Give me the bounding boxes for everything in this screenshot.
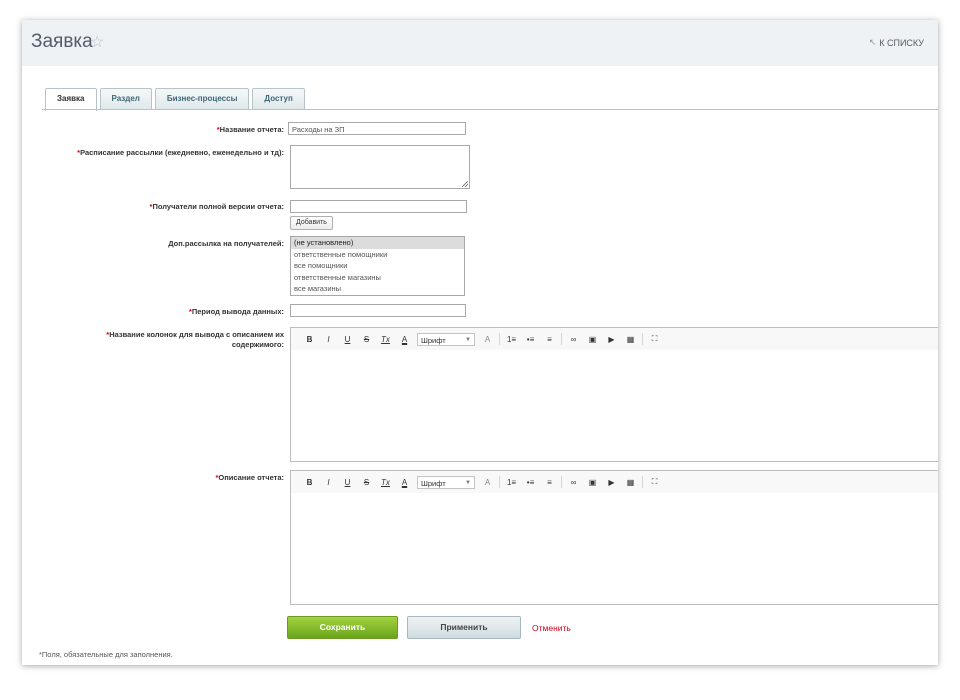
- listbox-option[interactable]: ответственные магазины: [291, 272, 464, 284]
- add-recipient-button[interactable]: Добавить: [290, 216, 333, 230]
- strikethrough-icon[interactable]: S: [357, 474, 376, 490]
- bullet-list-icon[interactable]: •≡: [521, 474, 540, 490]
- toolbar-separator: [561, 476, 562, 488]
- description-rich-editor[interactable]: B I U S Tx A Шрифт ▼ A 1≡ •≡ ≡ ∞ ▣ ▶ ▦ ⛶: [290, 470, 938, 605]
- recipients-label: *Получатели полной версии отчета:: [150, 202, 284, 212]
- listbox-option[interactable]: все магазины: [291, 283, 464, 295]
- arrow-up-left-icon: ↖: [868, 37, 877, 47]
- font-color-icon[interactable]: A: [395, 474, 414, 490]
- tab-section[interactable]: Раздел: [99, 88, 152, 109]
- cancel-link[interactable]: Отменить: [532, 623, 571, 633]
- tabs-divider: [42, 109, 938, 110]
- schedule-textarea[interactable]: [290, 145, 470, 189]
- video-icon[interactable]: ▶: [602, 331, 621, 347]
- font-size-icon[interactable]: A: [478, 331, 497, 347]
- listbox-option[interactable]: ответственные помощники: [291, 249, 464, 261]
- table-icon[interactable]: ▦: [621, 474, 640, 490]
- columns-label-text: Название колонок для вывода с описанием …: [109, 330, 284, 349]
- fullscreen-icon[interactable]: ⛶: [645, 331, 664, 347]
- page-header: Заявка ☆ ↖ к списку: [22, 20, 938, 66]
- font-family-select[interactable]: Шрифт ▼: [417, 332, 475, 346]
- strikethrough-icon[interactable]: S: [357, 331, 376, 347]
- report-name-label-text: Название отчета:: [219, 125, 284, 134]
- font-family-select[interactable]: Шрифт ▼: [417, 475, 475, 489]
- schedule-label: *Расписание рассылки (ежедневно, еженеде…: [77, 148, 284, 158]
- ordered-list-icon[interactable]: 1≡: [502, 474, 521, 490]
- underline-icon[interactable]: U: [338, 474, 357, 490]
- period-input[interactable]: [290, 304, 466, 317]
- extra-mailing-listbox[interactable]: (не установлено) ответственные помощники…: [290, 236, 465, 296]
- video-icon[interactable]: ▶: [602, 474, 621, 490]
- description-label-text: Описание отчета:: [218, 473, 284, 482]
- fullscreen-icon[interactable]: ⛶: [645, 474, 664, 490]
- chevron-down-icon: ▼: [465, 479, 471, 486]
- italic-icon[interactable]: I: [319, 474, 338, 490]
- underline-icon[interactable]: U: [338, 331, 357, 347]
- font-color-icon[interactable]: A: [395, 331, 414, 347]
- image-icon[interactable]: ▣: [583, 331, 602, 347]
- listbox-option[interactable]: все помощники: [291, 260, 464, 272]
- columns-rich-editor[interactable]: B I U S Tx A Шрифт ▼ A 1≡ •≡ ≡ ∞ ▣ ▶ ▦ ⛶: [290, 327, 938, 462]
- toolbar-separator: [499, 333, 500, 345]
- chevron-down-icon: ▼: [465, 336, 471, 343]
- period-label-text: Период вывода данных:: [191, 307, 284, 316]
- period-label: *Период вывода данных:: [189, 307, 284, 317]
- columns-label: *Название колонок для вывода с описанием…: [84, 330, 284, 350]
- back-to-list-link[interactable]: ↖ к списку: [869, 37, 924, 48]
- editor-toolbar: B I U S Tx A Шрифт ▼ A 1≡ •≡ ≡ ∞ ▣ ▶ ▦ ⛶: [291, 471, 938, 493]
- font-select-value: Шрифт: [421, 335, 446, 345]
- bullet-list-icon[interactable]: •≡: [521, 331, 540, 347]
- align-icon[interactable]: ≡: [540, 331, 559, 347]
- clear-format-icon[interactable]: Tx: [376, 331, 395, 347]
- schedule-label-text: Расписание рассылки (ежедневно, еженедел…: [80, 148, 284, 157]
- recipients-label-text: Получатели полной версии отчета:: [152, 202, 284, 211]
- bold-icon[interactable]: B: [300, 331, 319, 347]
- back-to-list-label: к списку: [879, 37, 924, 48]
- toolbar-separator: [642, 476, 643, 488]
- description-label: *Описание отчета:: [215, 473, 284, 483]
- toolbar-separator: [499, 476, 500, 488]
- apply-button[interactable]: Применить: [407, 616, 521, 639]
- tab-request[interactable]: Заявка: [45, 88, 97, 111]
- editor-toolbar: B I U S Tx A Шрифт ▼ A 1≡ •≡ ≡ ∞ ▣ ▶ ▦ ⛶: [291, 328, 938, 350]
- link-icon[interactable]: ∞: [564, 331, 583, 347]
- image-icon[interactable]: ▣: [583, 474, 602, 490]
- link-icon[interactable]: ∞: [564, 474, 583, 490]
- align-icon[interactable]: ≡: [540, 474, 559, 490]
- report-name-label: *Название отчета:: [217, 125, 284, 135]
- bold-icon[interactable]: B: [300, 474, 319, 490]
- toolbar-separator: [642, 333, 643, 345]
- required-fields-note: *Поля, обязательные для заполнения.: [39, 650, 173, 659]
- tab-bar: Заявка Раздел Бизнес-процессы Доступ: [45, 88, 305, 111]
- page-title: Заявка: [31, 31, 93, 52]
- tab-business-processes[interactable]: Бизнес-процессы: [154, 88, 250, 109]
- listbox-option[interactable]: (не установлено): [291, 237, 464, 249]
- tab-access[interactable]: Доступ: [252, 88, 305, 109]
- font-select-value: Шрифт: [421, 478, 446, 488]
- table-icon[interactable]: ▦: [621, 331, 640, 347]
- extra-mailing-label: Доп.рассылка на получателей:: [168, 239, 284, 248]
- clear-format-icon[interactable]: Tx: [376, 474, 395, 490]
- save-button[interactable]: Сохранить: [287, 616, 398, 639]
- report-name-input[interactable]: Расходы на ЗП: [288, 122, 466, 135]
- ordered-list-icon[interactable]: 1≡: [502, 331, 521, 347]
- window: Заявка ☆ ↖ к списку Заявка Раздел Бизнес…: [22, 20, 938, 665]
- font-size-icon[interactable]: A: [478, 474, 497, 490]
- toolbar-separator: [561, 333, 562, 345]
- resize-grip-icon[interactable]: [462, 181, 468, 187]
- star-icon[interactable]: ☆: [90, 32, 104, 52]
- recipients-input[interactable]: [290, 200, 467, 213]
- italic-icon[interactable]: I: [319, 331, 338, 347]
